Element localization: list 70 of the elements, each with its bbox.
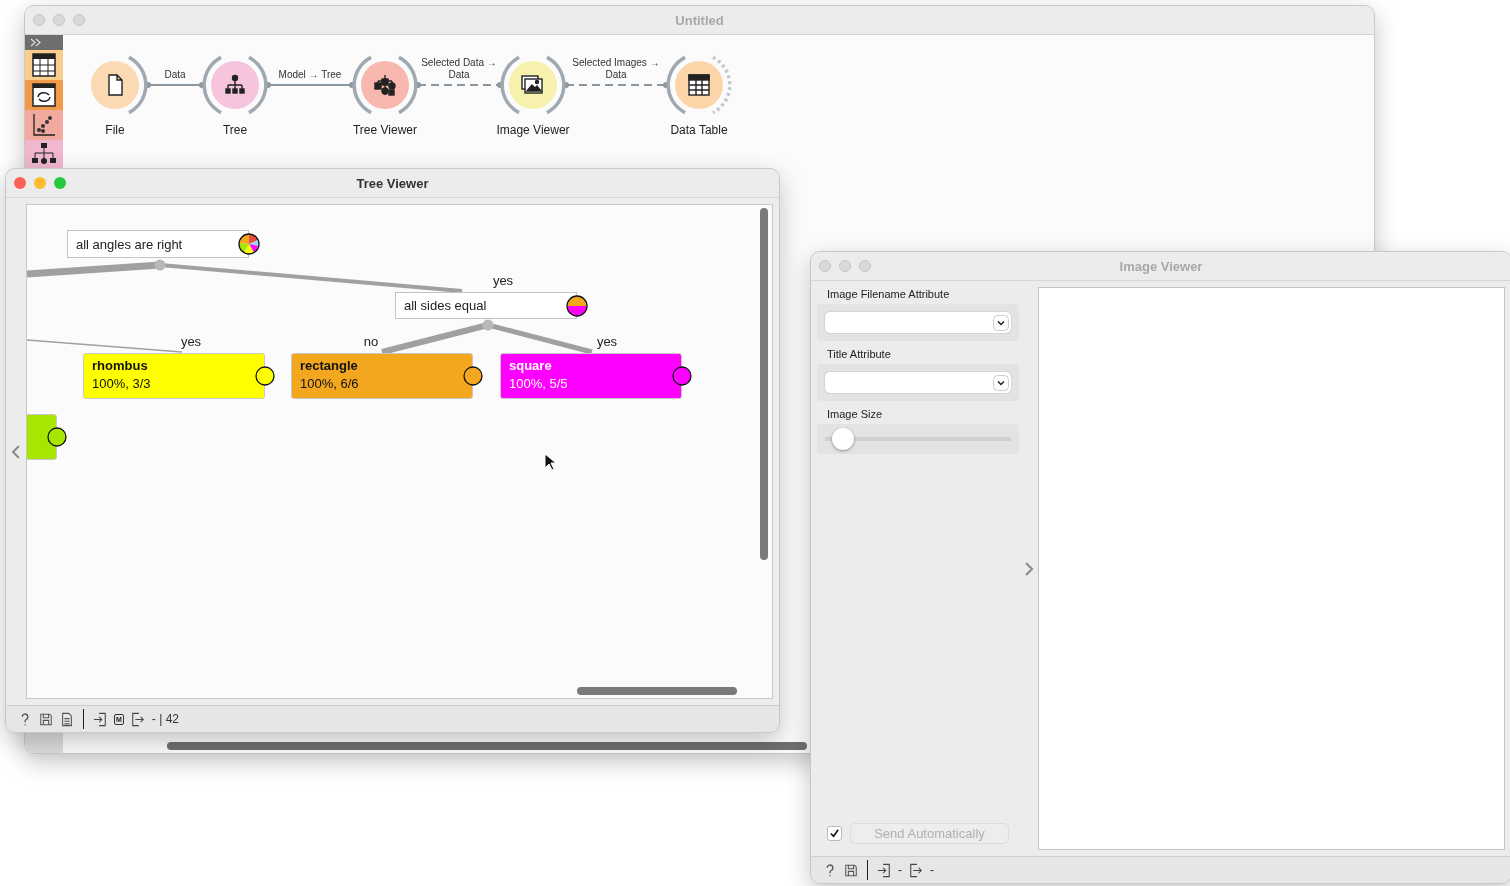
widget-node[interactable] — [666, 55, 732, 115]
edge-label: no — [362, 334, 380, 349]
report-icon[interactable] — [60, 711, 74, 727]
leaf-class: rhombus — [92, 358, 149, 373]
edge-label: yes — [491, 273, 515, 288]
save-icon[interactable] — [39, 711, 53, 727]
output-icon[interactable] — [130, 711, 145, 727]
leaf-node[interactable]: rectangle 100%, 6/6 — [291, 353, 473, 399]
slider-label: Image Size — [826, 408, 884, 420]
output-icon[interactable] — [909, 862, 923, 878]
split-node[interactable]: all angles are right — [67, 230, 249, 258]
slider-thumb[interactable] — [832, 428, 855, 450]
refresh-icon[interactable] — [25, 80, 63, 110]
input-icon[interactable] — [93, 711, 107, 727]
node-label: Image Viewer — [495, 123, 571, 137]
cursor-icon — [544, 453, 556, 471]
pie-chart-icon — [47, 427, 67, 447]
scrollbar[interactable] — [577, 687, 737, 695]
output-summary: - — [930, 863, 934, 877]
input-icon[interactable] — [877, 862, 891, 878]
input-summary: - — [898, 863, 902, 877]
dropdown-field[interactable] — [825, 372, 1011, 393]
window-title: Tree Viewer — [356, 175, 429, 191]
widget-node[interactable] — [91, 55, 148, 115]
leaf-node[interactable]: rhombus 100%, 3/3 — [83, 353, 265, 399]
pie-chart-icon — [255, 366, 275, 386]
split-point — [482, 319, 494, 331]
field-label: Image Filename Attribute — [826, 288, 951, 300]
node-label: Tree Viewer — [352, 123, 418, 137]
edge-label: yes — [595, 334, 619, 349]
leaf-node[interactable] — [27, 414, 57, 460]
split-point — [154, 259, 166, 271]
window-control[interactable] — [54, 177, 66, 189]
link-label: Selected Images → Data — [571, 57, 661, 81]
window-title: Untitled — [675, 12, 724, 28]
node-label: Data Table — [669, 123, 729, 137]
output-summary: - | 42 — [151, 712, 179, 726]
widget-node[interactable] — [202, 55, 268, 115]
pie-chart-icon — [672, 366, 692, 386]
widget-node[interactable] — [352, 55, 418, 115]
caret-icon — [993, 374, 1009, 391]
pie-chart-icon — [238, 233, 260, 255]
widget-node[interactable] — [500, 55, 566, 115]
leaf-class: rectangle — [300, 358, 359, 373]
save-icon[interactable] — [844, 862, 858, 878]
leaf-class: square — [509, 358, 553, 373]
field-label: Title Attribute — [826, 348, 892, 360]
window-title: Image Viewer — [1119, 258, 1203, 274]
chevron-right-icon[interactable] — [1023, 561, 1034, 576]
leaf-stats: 100%, 5/5 — [509, 376, 569, 391]
scatter-plot-icon[interactable] — [25, 110, 63, 140]
window-control[interactable] — [14, 177, 26, 189]
table-icon[interactable] — [25, 50, 63, 80]
scrollbar[interactable] — [760, 208, 768, 560]
link-label: Model → Tree — [277, 68, 343, 81]
pie-chart-icon — [463, 366, 483, 386]
node-label: Tree — [221, 123, 249, 137]
link-label: Selected Data → Data — [420, 57, 498, 81]
leaf-stats: 100%, 3/3 — [92, 376, 152, 391]
chevron-left-icon[interactable] — [11, 444, 21, 459]
pie-chart-icon — [566, 294, 588, 317]
tree-icon[interactable] — [25, 140, 63, 170]
node-label: File — [104, 123, 126, 137]
split-node[interactable]: all sides equal — [395, 292, 577, 319]
edge-label: yes — [179, 334, 203, 349]
scrollbar[interactable] — [167, 742, 807, 750]
caret-icon — [993, 314, 1009, 331]
dropdown-field[interactable] — [825, 312, 1011, 333]
leaf-stats: 100%, 6/6 — [300, 376, 360, 391]
link-label: Data — [163, 68, 187, 81]
